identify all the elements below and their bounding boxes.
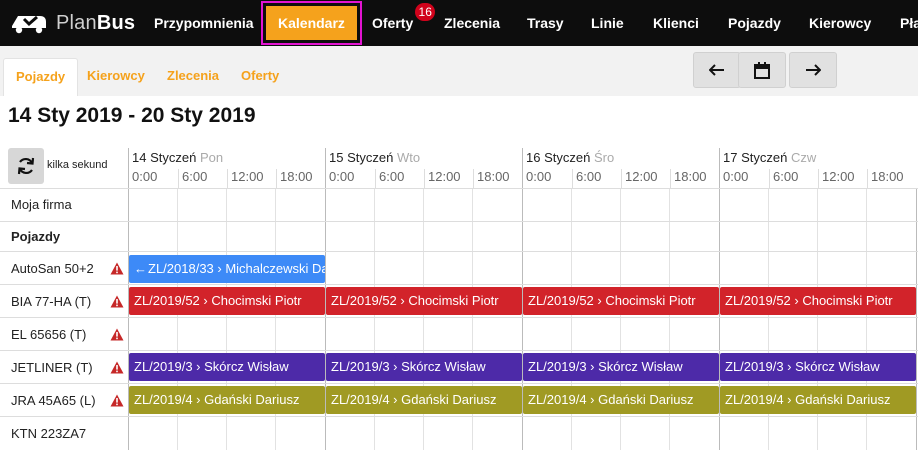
hour-label: 12:00	[621, 169, 658, 188]
vehicle-name[interactable]: EL 65656 (T)	[11, 327, 86, 342]
row-section-pojazdy: Pojazdy	[0, 221, 918, 251]
row-vehicle: BIA 77-HA (T) ZL/2019/52 › Chocimski Pio…	[0, 284, 918, 317]
day-header-mon: 14 Styczeń Pon 0:00 6:00 12:00 18:00	[128, 148, 325, 188]
refresh-icon	[17, 157, 35, 175]
row-vehicle: KTN 223ZA7	[0, 416, 918, 450]
hour-label: 0:00	[723, 169, 749, 184]
row-moja-firma: Moja firma	[0, 188, 918, 221]
nav-linie[interactable]: Linie	[591, 0, 624, 46]
bus-logo-icon	[12, 15, 46, 34]
vehicle-name[interactable]: JETLINER (T)	[11, 360, 93, 375]
hour-label: 18:00	[276, 169, 313, 188]
row-vehicle: JETLINER (T) ZL/2019/3 › Skórcz Wisław Z…	[0, 350, 918, 383]
day-label: 15 Styczeń Wto	[329, 150, 421, 165]
section-label: Pojazdy	[11, 229, 61, 244]
next-week-button[interactable]	[789, 52, 837, 88]
order-bar[interactable]: ZL/2019/4 › Gdański Dariusz	[720, 386, 916, 414]
order-bar[interactable]: ZL/2019/4 › Gdański Dariusz	[129, 386, 325, 414]
order-bar[interactable]: ZL/2019/52 › Chocimski Piotr	[523, 287, 719, 315]
nav-kierowcy[interactable]: Kierowcy	[809, 0, 871, 46]
order-bar[interactable]: ZL/2019/52 › Chocimski Piotr	[720, 287, 916, 315]
hour-label: 6:00	[178, 169, 207, 188]
day-label: 16 Styczeń Śro	[526, 150, 615, 165]
logo-text: PlanBus	[56, 11, 136, 34]
order-bar[interactable]: ←ZL/2018/33 › Michalczewski Da	[129, 255, 325, 283]
hour-label: 12:00	[227, 169, 264, 188]
order-bar[interactable]: ZL/2019/52 › Chocimski Piotr	[326, 287, 522, 315]
nav-kalendarz[interactable]: Kalendarz	[261, 1, 362, 45]
day-header-tue: 15 Styczeń Wto 0:00 6:00 12:00 18:00	[325, 148, 522, 188]
nav-oferty[interactable]: Oferty 16	[372, 0, 436, 46]
vehicle-name[interactable]: AutoSan 50+2	[11, 261, 94, 276]
order-bar[interactable]: ZL/2019/3 › Skórcz Wisław	[523, 353, 719, 381]
hour-label: 18:00	[473, 169, 510, 188]
hour-label: 12:00	[424, 169, 461, 188]
row-label: Moja firma	[11, 197, 72, 212]
hour-label: 0:00	[132, 169, 158, 184]
arrow-right-icon	[806, 64, 821, 76]
subtab-pojazdy[interactable]: Pojazdy	[3, 58, 79, 96]
order-bar[interactable]: ZL/2019/3 › Skórcz Wisław	[326, 353, 522, 381]
oferty-count-badge: 16	[415, 3, 436, 21]
warning-triangle-icon[interactable]	[110, 328, 124, 341]
warning-triangle-icon[interactable]	[110, 394, 124, 407]
vehicle-name[interactable]: BIA 77-HA (T)	[11, 294, 91, 309]
hour-label: 18:00	[867, 169, 904, 188]
week-range-title: 14 Sty 2019 - 20 Sty 2019	[8, 104, 256, 127]
prev-week-button[interactable]	[693, 52, 741, 88]
nav-przypomnienia[interactable]: Przypomnienia	[154, 0, 254, 46]
arrow-left-icon	[709, 64, 724, 76]
subtab-oferty[interactable]: Oferty	[241, 58, 279, 96]
nav-kalendarz-label: Kalendarz	[266, 6, 357, 40]
last-refresh-label: kilka sekund	[47, 159, 108, 171]
day-header-wed: 16 Styczeń Śro 0:00 6:00 12:00 18:00	[522, 148, 719, 188]
refresh-button[interactable]	[8, 148, 44, 184]
planbus-logo[interactable]: PlanBus	[10, 10, 135, 36]
nav-zlecenia[interactable]: Zlecenia	[444, 0, 500, 46]
order-bar[interactable]: ZL/2019/52 › Chocimski Piotr	[129, 287, 325, 315]
nav-platnosci[interactable]: Pła	[900, 0, 918, 46]
warning-triangle-icon[interactable]	[110, 295, 124, 308]
nav-trasy[interactable]: Trasy	[527, 0, 564, 46]
calendar-subbar: Pojazdy Kierowcy Zlecenia Oferty	[0, 46, 918, 96]
subtab-zlecenia[interactable]: Zlecenia	[167, 58, 219, 96]
order-bar[interactable]: ZL/2019/4 › Gdański Dariusz	[326, 386, 522, 414]
nav-klienci[interactable]: Klienci	[653, 0, 699, 46]
hour-label: 18:00	[670, 169, 707, 188]
warning-triangle-icon[interactable]	[110, 262, 124, 275]
row-vehicle: EL 65656 (T)	[0, 317, 918, 350]
nav-pojazdy[interactable]: Pojazdy	[728, 0, 781, 46]
order-bar[interactable]: ZL/2019/4 › Gdański Dariusz	[523, 386, 719, 414]
continues-left-arrow-icon: ←	[134, 261, 147, 276]
calendar-picker-button[interactable]	[738, 52, 786, 88]
vehicle-name[interactable]: JRA 45A65 (L)	[11, 393, 96, 408]
day-label: 17 Styczeń Czw	[723, 150, 817, 165]
hour-label: 0:00	[526, 169, 552, 184]
top-navbar: PlanBus Przypomnienia Kalendarz Oferty 16…	[0, 0, 918, 46]
order-bar-label: ZL/2018/33 › Michalczewski Da	[148, 261, 325, 276]
order-bar[interactable]: ZL/2019/3 › Skórcz Wisław	[129, 353, 325, 381]
nav-oferty-label: Oferty	[372, 15, 414, 31]
hour-label: 6:00	[572, 169, 601, 188]
day-label: 14 Styczeń Pon	[132, 150, 224, 165]
warning-triangle-icon[interactable]	[110, 361, 124, 374]
vehicle-calendar-grid: 14 Styczeń Pon 0:00 6:00 12:00 18:00 15 …	[0, 148, 918, 450]
calendar-icon	[754, 61, 770, 79]
hour-label: 0:00	[329, 169, 355, 184]
hour-label: 6:00	[375, 169, 404, 188]
day-header-thu: 17 Styczeń Czw 0:00 6:00 12:00 18:00	[719, 148, 916, 188]
row-vehicle: JRA 45A65 (L) ZL/2019/4 › Gdański Darius…	[0, 383, 918, 416]
hour-label: 6:00	[769, 169, 798, 188]
hour-label: 12:00	[818, 169, 855, 188]
vehicle-name[interactable]: KTN 223ZA7	[11, 426, 86, 441]
row-vehicle: AutoSan 50+2 ←ZL/2018/33 › Michalczewski…	[0, 251, 918, 284]
order-bar[interactable]: ZL/2019/3 › Skórcz Wisław	[720, 353, 916, 381]
main-nav: Przypomnienia Kalendarz Oferty 16 Zleceni…	[140, 0, 918, 46]
subtab-kierowcy[interactable]: Kierowcy	[87, 58, 145, 96]
